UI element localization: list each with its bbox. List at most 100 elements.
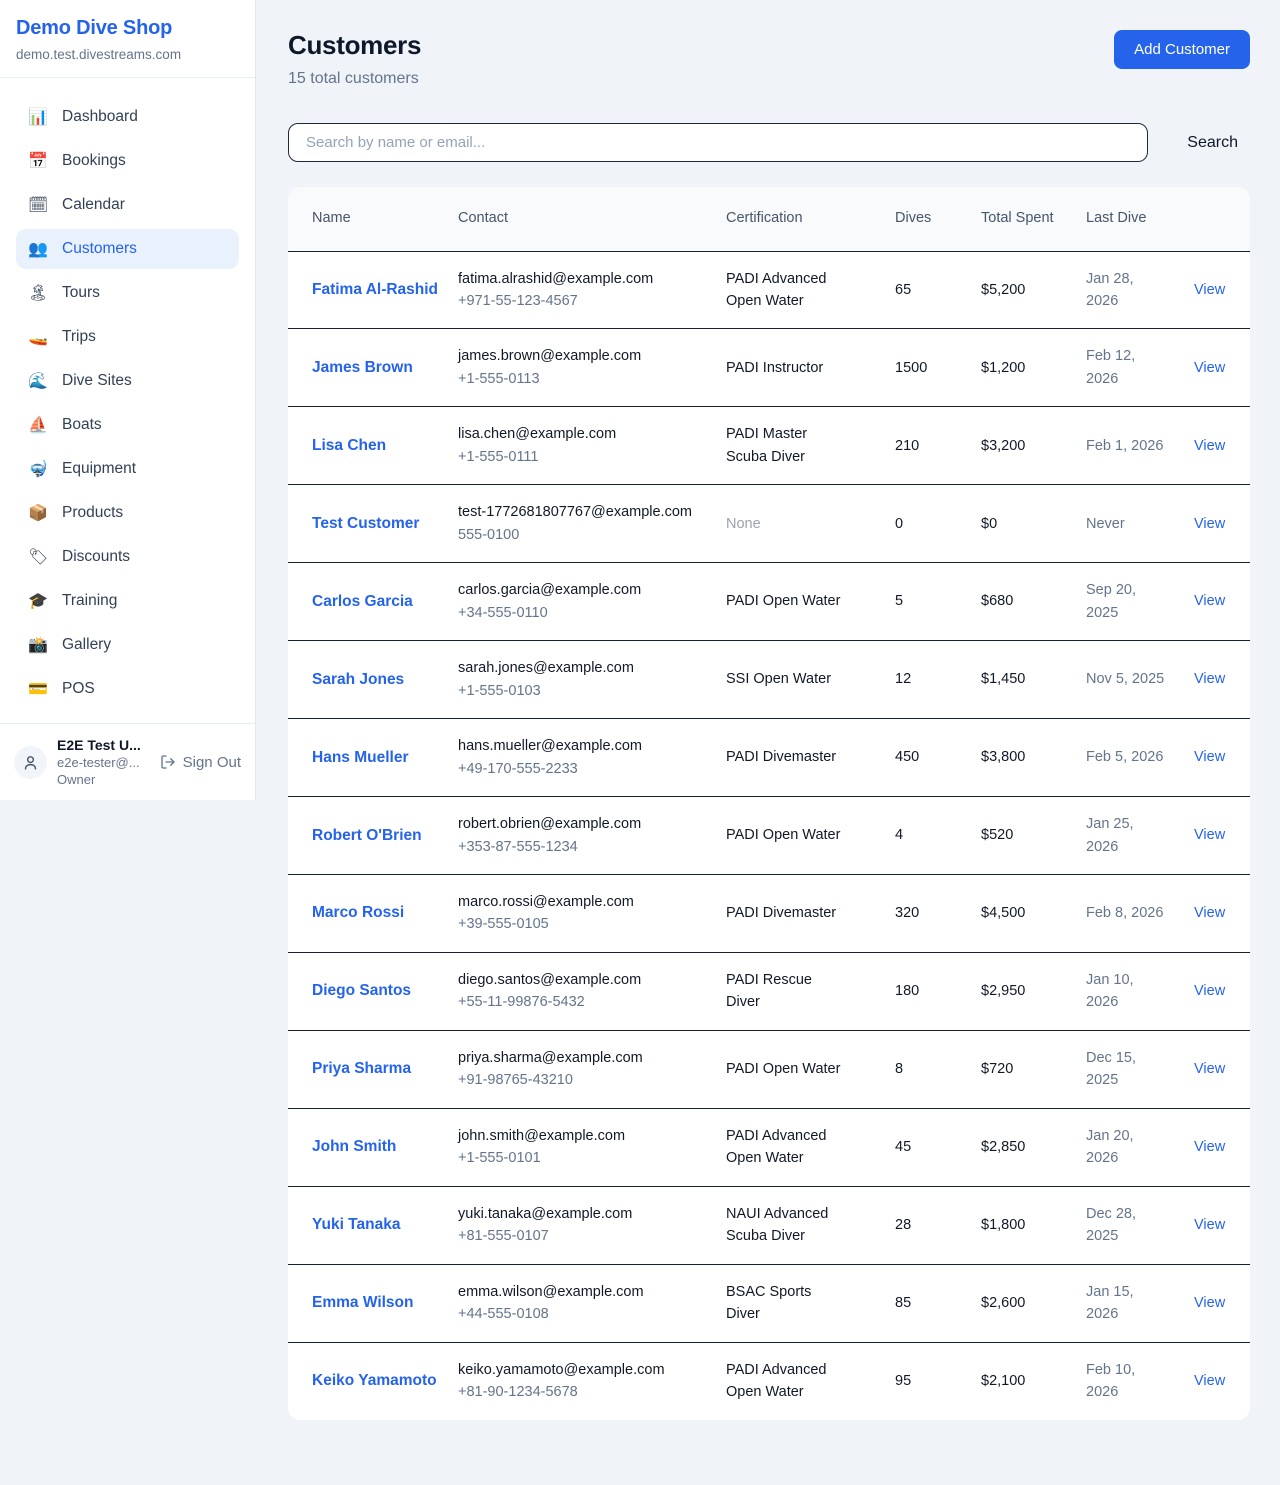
customer-email: test-1772681807767@example.com (458, 501, 710, 523)
customer-certification: PADI Open Water (726, 593, 840, 609)
table-row: Diego Santos diego.santos@example.com +5… (288, 952, 1250, 1030)
sidebar-item-tours[interactable]: 🏝 Tours (16, 273, 239, 313)
sign-out-icon (160, 754, 176, 770)
sidebar-item-training[interactable]: 🎓 Training (16, 581, 239, 621)
view-customer-link[interactable]: View (1194, 1139, 1225, 1155)
view-customer-link[interactable]: View (1194, 516, 1225, 532)
customer-email: diego.santos@example.com (458, 969, 710, 991)
customer-phone: +1-555-0113 (458, 368, 710, 390)
sidebar-item-trips[interactable]: 🚤 Trips (16, 317, 239, 357)
customer-name-link[interactable]: Keiko Yamamoto (312, 1369, 437, 1393)
view-customer-link[interactable]: View (1194, 983, 1225, 999)
customer-name-link[interactable]: James Brown (312, 356, 413, 380)
customer-dives: 65 (895, 282, 911, 298)
customer-dives: 1500 (895, 360, 927, 376)
customer-total-spent: $720 (981, 1061, 1013, 1077)
view-customer-link[interactable]: View (1194, 360, 1225, 376)
sidebar-item-customers[interactable]: 👥 Customers (16, 229, 239, 269)
view-customer-link[interactable]: View (1194, 438, 1225, 454)
sidebar-item-discounts[interactable]: 🏷 Discounts (16, 537, 239, 577)
table-row: Yuki Tanaka yuki.tanaka@example.com +81-… (288, 1186, 1250, 1264)
search-input[interactable] (288, 123, 1148, 162)
customer-phone: +1-555-0103 (458, 680, 710, 702)
customer-email: hans.mueller@example.com (458, 735, 710, 757)
sign-out-button[interactable]: Sign Out (160, 754, 241, 771)
column-header-certification: Certification (726, 187, 895, 251)
customer-last-dive: Jan 25, 2026 (1086, 816, 1134, 854)
table-body: Fatima Al-Rashid fatima.alrashid@example… (288, 251, 1250, 1420)
customer-name-link[interactable]: Robert O'Brien (312, 824, 422, 848)
shop-title: Demo Dive Shop (16, 17, 239, 40)
sidebar-item-products[interactable]: 📦 Products (16, 493, 239, 533)
customer-name-link[interactable]: Fatima Al-Rashid (312, 278, 438, 302)
search-button[interactable]: Search (1175, 126, 1250, 160)
table-row: Lisa Chen lisa.chen@example.com +1-555-0… (288, 407, 1250, 485)
customer-name-link[interactable]: Emma Wilson (312, 1291, 414, 1315)
customer-name-link[interactable]: Hans Mueller (312, 746, 408, 770)
view-customer-link[interactable]: View (1194, 1061, 1225, 1077)
customer-name-link[interactable]: Sarah Jones (312, 668, 404, 692)
view-customer-link[interactable]: View (1194, 282, 1225, 298)
customer-total-spent: $2,600 (981, 1295, 1025, 1311)
sidebar-item-gallery[interactable]: 📸 Gallery (16, 625, 239, 665)
view-customer-link[interactable]: View (1194, 827, 1225, 843)
customer-certification: PADI Open Water (726, 827, 840, 843)
customer-phone: +91-98765-43210 (458, 1069, 710, 1091)
tag-icon: 🏷 (28, 547, 48, 567)
sidebar-item-dashboard[interactable]: 📊 Dashboard (16, 97, 239, 137)
customer-name-link[interactable]: Lisa Chen (312, 434, 386, 458)
view-customer-link[interactable]: View (1194, 749, 1225, 765)
view-customer-link[interactable]: View (1194, 1217, 1225, 1233)
customer-last-dive: Jan 15, 2026 (1086, 1284, 1134, 1322)
customer-email: emma.wilson@example.com (458, 1281, 710, 1303)
add-customer-button[interactable]: Add Customer (1114, 30, 1250, 69)
view-customer-link[interactable]: View (1194, 671, 1225, 687)
sidebar-item-boats[interactable]: ⛵ Boats (16, 405, 239, 445)
package-icon: 📦 (28, 503, 48, 523)
view-customer-link[interactable]: View (1194, 1373, 1225, 1389)
customer-phone: 555-0100 (458, 524, 710, 546)
customer-last-dive: Jan 28, 2026 (1086, 271, 1134, 309)
sidebar-item-calendar[interactable]: 🗓 Calendar (16, 185, 239, 225)
sidebar-item-dive-sites[interactable]: 🌊 Dive Sites (16, 361, 239, 401)
customer-email: robert.obrien@example.com (458, 813, 710, 835)
customer-last-dive: Jan 10, 2026 (1086, 972, 1134, 1010)
customer-name-link[interactable]: Test Customer (312, 512, 419, 536)
column-header-contact: Contact (458, 187, 726, 251)
customer-name-link[interactable]: John Smith (312, 1135, 396, 1159)
sidebar-item-equipment[interactable]: 🤿 Equipment (16, 449, 239, 489)
view-customer-link[interactable]: View (1194, 593, 1225, 609)
customer-phone: +81-555-0107 (458, 1225, 710, 1247)
customer-name-link[interactable]: Diego Santos (312, 979, 411, 1003)
view-customer-link[interactable]: View (1194, 1295, 1225, 1311)
customer-dives: 28 (895, 1217, 911, 1233)
user-meta: E2E Test U... e2e-tester@... Owner (57, 737, 150, 787)
table-row: Marco Rossi marco.rossi@example.com +39-… (288, 875, 1250, 953)
customer-dives: 4 (895, 827, 903, 843)
wave-icon: 🌊 (28, 371, 48, 391)
customer-name-link[interactable]: Yuki Tanaka (312, 1213, 400, 1237)
customer-certification: None (726, 516, 761, 532)
customer-name-link[interactable]: Priya Sharma (312, 1057, 411, 1081)
customer-total-spent: $5,200 (981, 282, 1025, 298)
page-header: Customers 15 total customers Add Custome… (288, 30, 1250, 88)
sign-out-label: Sign Out (183, 754, 241, 771)
customer-total-spent: $2,100 (981, 1373, 1025, 1389)
customer-email: priya.sharma@example.com (458, 1047, 710, 1069)
customer-dives: 450 (895, 749, 919, 765)
user-panel: E2E Test U... e2e-tester@... Owner Sign … (0, 723, 255, 800)
customer-total-spent: $2,950 (981, 983, 1025, 999)
customer-phone: +971-55-123-4567 (458, 290, 710, 312)
bar-chart-icon: 📊 (28, 107, 48, 127)
sidebar-item-bookings[interactable]: 📅 Bookings (16, 141, 239, 181)
customer-name-link[interactable]: Carlos Garcia (312, 590, 413, 614)
customer-dives: 0 (895, 516, 903, 532)
sidebar: Demo Dive Shop demo.test.divestreams.com… (0, 0, 256, 800)
customer-name-link[interactable]: Marco Rossi (312, 901, 404, 925)
customer-dives: 45 (895, 1139, 911, 1155)
customer-phone: +49-170-555-2233 (458, 758, 710, 780)
view-customer-link[interactable]: View (1194, 905, 1225, 921)
customer-email: lisa.chen@example.com (458, 423, 710, 445)
customer-total-spent: $2,850 (981, 1139, 1025, 1155)
sidebar-item-pos[interactable]: 💳 POS (16, 669, 239, 709)
